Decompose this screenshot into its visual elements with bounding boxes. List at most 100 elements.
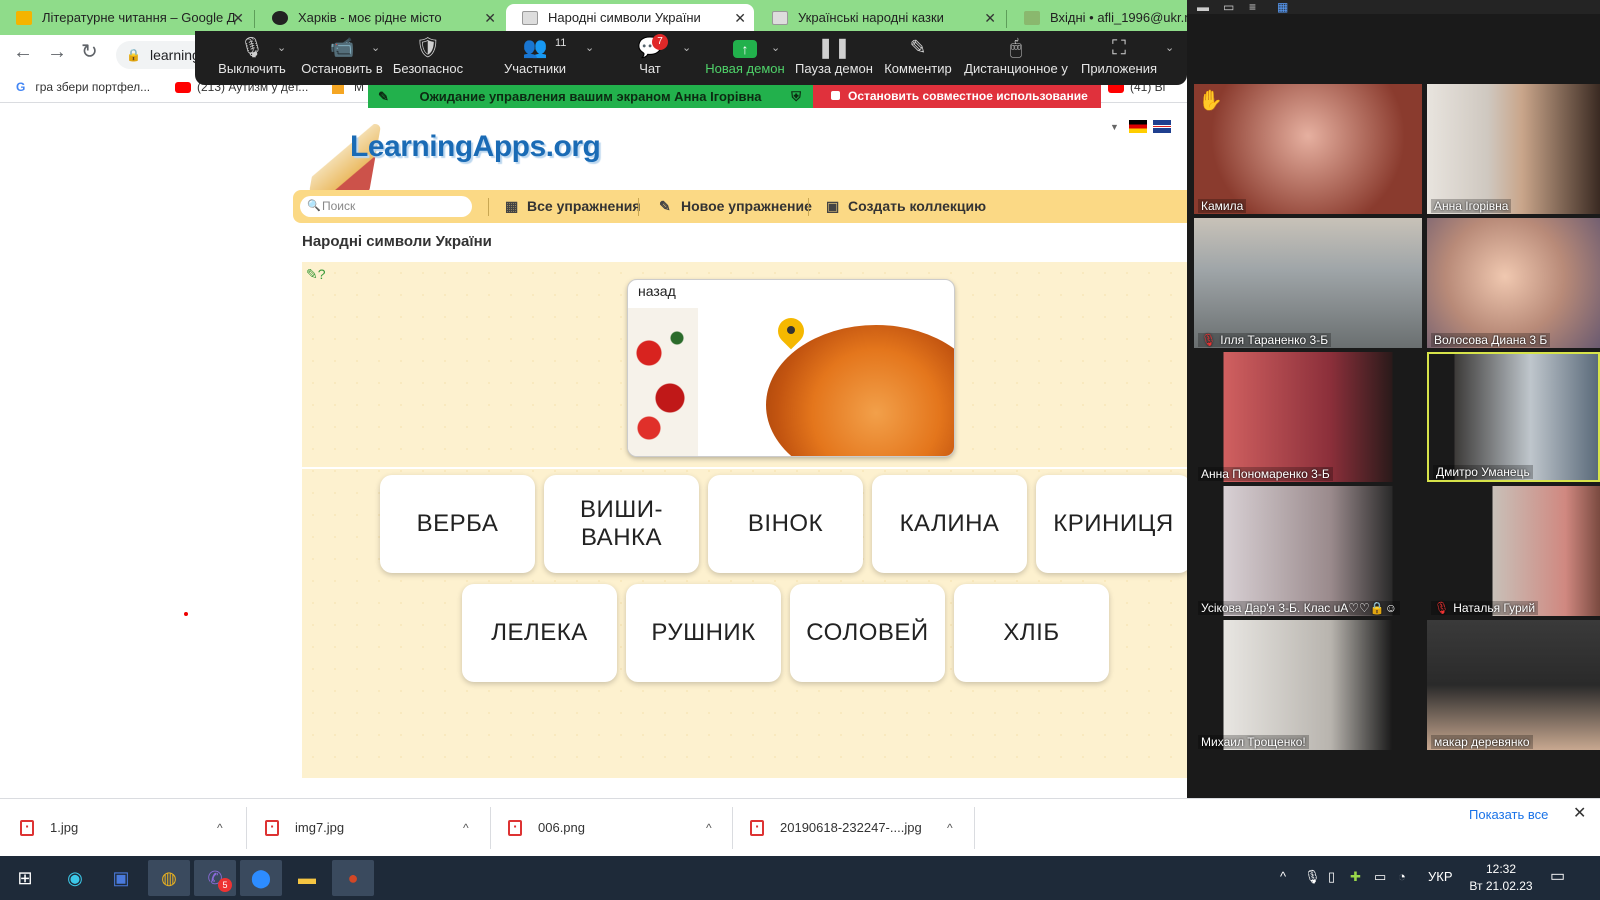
chevron-up-icon[interactable]: ^ — [217, 799, 223, 857]
reload-icon[interactable]: ↻ — [81, 41, 98, 63]
notifications-icon[interactable]: ▭ — [1550, 866, 1565, 886]
annotate-button[interactable]: ✎ Комментир — [883, 35, 953, 76]
word-card-vinok[interactable]: ВІНОК — [708, 475, 863, 573]
download-item[interactable]: ▪ 1.jpg ^ — [0, 799, 245, 857]
close-tab-icon[interactable]: ✕ — [734, 4, 746, 32]
dropdown-caret-icon[interactable]: ▼ — [1110, 122, 1119, 132]
chevron-down-icon[interactable]: ⌄ — [371, 41, 380, 54]
stop-share-button[interactable]: Остановить совместное использование — [813, 85, 1101, 108]
save-icon[interactable]: ▣ — [100, 860, 142, 896]
pause-share-button[interactable]: ❚❚ Пауза демон — [795, 35, 873, 76]
chevron-down-icon[interactable]: ⌄ — [277, 41, 286, 54]
chevron-up-icon[interactable]: ^ — [1280, 869, 1286, 884]
menu-divider — [808, 198, 809, 216]
chevron-down-icon[interactable]: ⌄ — [1165, 41, 1174, 54]
download-filename: img7.jpg — [295, 820, 345, 835]
participant-tile[interactable]: Анна Ігорівна — [1427, 84, 1600, 214]
participant-tile[interactable]: макар деревянко — [1427, 620, 1600, 750]
close-icon[interactable]: ✕ — [1573, 803, 1586, 823]
participant-tile[interactable]: Анна Пономаренко 3-Б — [1194, 352, 1422, 482]
edge-icon[interactable]: ◉ — [54, 860, 96, 896]
bookmark-item[interactable]: G гра збери портфел... — [16, 80, 150, 94]
show-all-link[interactable]: Показать все — [1469, 807, 1548, 822]
security-button[interactable]: 🛡 Безопаснос — [392, 35, 464, 76]
download-item[interactable]: ▪ img7.jpg ^ — [245, 799, 490, 857]
participant-tile[interactable]: 🎙 Наталья Гурий — [1427, 486, 1600, 616]
participant-tile-active-speaker[interactable]: Дмитро Уманець — [1427, 352, 1600, 482]
chevron-up-icon[interactable]: ^ — [706, 799, 712, 857]
word-card-rushnyk[interactable]: РУШНИК — [626, 584, 781, 682]
tab-title: Народні символи України — [548, 10, 701, 25]
minimize-icon[interactable]: ▬ — [1197, 0, 1209, 14]
battery-icon[interactable]: ▭ — [1374, 869, 1386, 885]
grid-icon: ▦ — [505, 198, 519, 214]
back-label[interactable]: назад — [638, 283, 676, 299]
address-bar[interactable]: 🔒 learning — [116, 41, 206, 69]
chevron-down-icon[interactable]: ⌄ — [771, 41, 780, 54]
chevron-up-icon[interactable]: ^ — [463, 799, 469, 857]
language-indicator[interactable]: УКР — [1428, 869, 1453, 884]
chevron-down-icon[interactable]: ⌄ — [585, 41, 594, 54]
windows-start-icon[interactable]: ⊞ — [4, 860, 46, 896]
powerpoint-icon[interactable]: ● — [332, 860, 374, 896]
video-feed — [1429, 354, 1598, 480]
word-card-vyshyvanka[interactable]: ВИШИ- ВАНКА — [544, 475, 699, 573]
gallery-view-icon[interactable]: ▦ — [1277, 0, 1288, 14]
video-feed — [1427, 620, 1600, 750]
clock[interactable]: 12:32 Вт 21.02.23 — [1468, 861, 1534, 895]
word-card-verba[interactable]: ВЕРБА — [380, 475, 535, 573]
toolbar-label: Чат — [639, 61, 661, 76]
download-item[interactable]: ▪ 20190618-232247-....jpg ^ — [730, 799, 975, 857]
uk-flag-icon[interactable] — [1153, 120, 1172, 134]
new-exercise-link[interactable]: ✎ Новое упражнение — [659, 190, 812, 223]
participant-name: Камила — [1198, 199, 1247, 213]
language-selector[interactable]: ▼ — [1110, 118, 1174, 134]
pencil-icon: ✎ — [909, 37, 927, 59]
close-tab-icon[interactable]: ✕ — [232, 4, 244, 32]
map-pin-icon — [772, 312, 810, 354]
forward-arrow-icon[interactable]: → — [47, 41, 67, 63]
german-flag-icon[interactable] — [1128, 120, 1147, 134]
edit-help-icon[interactable]: ✎? — [306, 266, 326, 282]
participant-tile[interactable]: Михаил Трощенко! — [1194, 620, 1422, 750]
participant-name: Волосова Диана 3 Б — [1431, 333, 1551, 347]
word-card-kalyna[interactable]: КАЛИНА — [872, 475, 1027, 573]
browser-tab-strip: Літературне читання – Google Д ✕ Харків … — [0, 0, 1187, 35]
wifi-icon[interactable]: ◔ — [1398, 869, 1406, 884]
word-card-leleka[interactable]: ЛЕЛЕКА — [462, 584, 617, 682]
divider — [974, 807, 975, 849]
image-card[interactable]: назад — [627, 279, 955, 457]
participant-tile[interactable]: Усікова Дар'я 3-Б. Клас uA♡♡🔒☺ — [1194, 486, 1422, 616]
create-collection-link[interactable]: ▣ Создать коллекцию — [826, 190, 986, 223]
microphone-icon[interactable]: 🎙 — [1304, 869, 1321, 885]
pin-icon[interactable]: ✎ — [378, 85, 389, 108]
green-status-icon[interactable]: ✚ — [1350, 869, 1361, 885]
chrome-icon[interactable]: ◍ — [148, 860, 190, 896]
participant-tile[interactable]: ✋ Камила — [1194, 84, 1422, 214]
all-exercises-link[interactable]: ▦ Все упражнения — [505, 190, 641, 223]
lock-icon: 🔒 — [126, 48, 141, 62]
back-arrow-icon[interactable]: ← — [13, 41, 33, 63]
file-explorer-icon[interactable]: ▬ — [286, 860, 328, 896]
download-item[interactable]: ▪ 006.png ^ — [488, 799, 733, 857]
participant-tile[interactable]: Волосова Диана 3 Б — [1427, 218, 1600, 348]
remote-control-button[interactable]: 🖱 Дистанционное у — [963, 35, 1069, 76]
close-tab-icon[interactable]: ✕ — [984, 4, 996, 32]
learningapps-logo[interactable]: LearningApps.org — [300, 104, 640, 194]
word-card-solovei[interactable]: СОЛОВЕЙ — [790, 584, 945, 682]
usb-icon[interactable]: ▯ — [1328, 869, 1335, 885]
close-tab-icon[interactable]: ✕ — [484, 4, 496, 32]
site-favicon-icon — [272, 11, 288, 25]
participant-name: 🎙 Наталья Гурий — [1431, 601, 1539, 615]
menu-icon[interactable]: ≡ — [1249, 0, 1256, 14]
viber-icon[interactable]: ✆ 5 — [194, 860, 236, 896]
apps-button[interactable]: ⛶ Приложения — [1080, 35, 1158, 76]
participant-tile[interactable]: 🎙 Ілля Тараненко 3-Б — [1194, 218, 1422, 348]
word-card-krynytsia[interactable]: КРИНИЦЯ — [1036, 475, 1187, 573]
restore-icon[interactable]: ▭ — [1223, 0, 1234, 14]
word-card-khlib[interactable]: ХЛІБ — [954, 584, 1109, 682]
chevron-up-icon[interactable]: ^ — [947, 799, 953, 857]
chevron-down-icon[interactable]: ⌄ — [682, 41, 691, 54]
zoom-icon[interactable]: ⬤ — [240, 860, 282, 896]
search-input[interactable]: 🔍 Поиск — [300, 196, 472, 217]
